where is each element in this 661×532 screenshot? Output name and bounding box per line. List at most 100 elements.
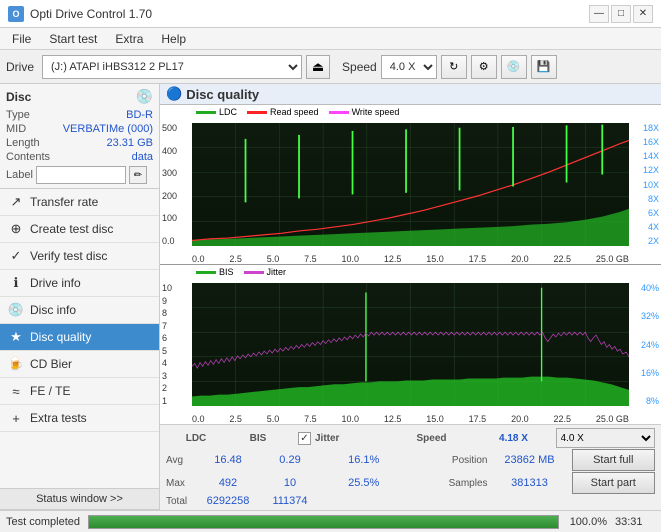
bis-color — [196, 271, 216, 274]
disc-quality-icon: ★ — [8, 329, 24, 345]
chart-title: Disc quality — [186, 87, 259, 102]
lower-chart: BIS Jitter 10 9 8 7 6 5 4 — [160, 265, 661, 424]
menu-extra[interactable]: Extra — [107, 30, 151, 48]
progress-percent: 100.0% — [567, 516, 607, 528]
legend-jitter: Jitter — [244, 267, 287, 277]
disc-mid-row: MID VERBATIMe (000) — [6, 123, 153, 135]
sidebar-item-verify-test-disc[interactable]: ✓ Verify test disc — [0, 243, 159, 270]
disc-label-label: Label — [6, 169, 33, 181]
total-row: Total 6292258 111374 — [166, 495, 655, 507]
jitter-color — [244, 271, 264, 274]
upper-y-axis-right: 18X 16X 14X 12X 10X 8X 6X 4X 2X — [629, 123, 661, 246]
legend-bis: BIS — [196, 267, 234, 277]
sidebar-item-fe-te[interactable]: ≈ FE / TE — [0, 378, 159, 405]
lower-x-axis: 0.0 2.5 5.0 7.5 10.0 12.5 15.0 17.5 20.0… — [192, 414, 629, 424]
ldc-color — [196, 111, 216, 114]
minimize-button[interactable]: — — [589, 5, 609, 23]
disc-button[interactable]: 💿 — [501, 55, 527, 79]
sidebar-item-disc-quality[interactable]: ★ Disc quality — [0, 324, 159, 351]
disc-info-icon: 💿 — [8, 302, 24, 318]
jitter-label: Jitter — [315, 433, 339, 444]
position-label: Position — [408, 455, 488, 466]
menu-bar: File Start test Extra Help — [0, 28, 661, 50]
sidebar-item-create-test-disc[interactable]: ⊕ Create test disc — [0, 216, 159, 243]
max-jitter: 25.5% — [322, 477, 406, 489]
create-test-disc-icon: ⊕ — [8, 221, 24, 237]
start-part-button[interactable]: Start part — [572, 472, 656, 494]
legend-write: Write speed — [329, 107, 400, 117]
avg-bis: 0.29 — [260, 454, 320, 466]
disc-contents-row: Contents data — [6, 151, 153, 163]
disc-length-row: Length 23.31 GB — [6, 137, 153, 149]
avg-row: Avg 16.48 0.29 16.1% Position 23862 MB S… — [166, 449, 655, 471]
sidebar-item-drive-info[interactable]: ℹ Drive info — [0, 270, 159, 297]
settings-button[interactable]: ⚙ — [471, 55, 497, 79]
progress-bar-container — [88, 515, 559, 529]
lower-y-axis-right: 40% 32% 24% 16% 8% — [629, 283, 661, 406]
label-edit-button[interactable]: ✏ — [129, 166, 147, 184]
progress-time: 33:31 — [615, 516, 655, 528]
drive-label: Drive — [6, 60, 34, 74]
menu-help[interactable]: Help — [153, 30, 194, 48]
disc-label-row: Label ✏ — [6, 166, 153, 184]
total-label: Total — [166, 496, 196, 507]
disc-length-value: 23.31 GB — [107, 137, 153, 149]
charts-container: LDC Read speed Write speed 500 400 — [160, 105, 661, 424]
samples-value: 381313 — [490, 477, 570, 489]
disc-length-label: Length — [6, 137, 40, 149]
max-row: Max 492 10 25.5% Samples 381313 Start pa… — [166, 472, 655, 494]
upper-y-axis-left: 500 400 300 200 100 0.0 — [160, 123, 192, 246]
menu-start-test[interactable]: Start test — [41, 30, 105, 48]
sidebar: Disc 💿 Type BD-R MID VERBATIMe (000) Len… — [0, 84, 160, 510]
chart-header: 🔵 Disc quality — [160, 84, 661, 105]
menu-file[interactable]: File — [4, 30, 39, 48]
sidebar-item-extra-tests[interactable]: + Extra tests — [0, 405, 159, 432]
col-bis-header: BIS — [228, 433, 288, 444]
fe-te-icon: ≈ — [8, 383, 24, 399]
refresh-button[interactable]: ↻ — [441, 55, 467, 79]
total-bis: 111374 — [260, 495, 320, 507]
speed-label: Speed — [342, 60, 377, 74]
status-window-button[interactable]: Status window >> — [0, 488, 159, 510]
disc-label-input[interactable] — [36, 166, 126, 184]
sidebar-item-transfer-rate[interactable]: ↗ Transfer rate — [0, 189, 159, 216]
disc-header: Disc 💿 — [6, 88, 153, 105]
disc-type-row: Type BD-R — [6, 109, 153, 121]
disc-mid-value: VERBATIMe (000) — [63, 123, 153, 135]
speed-select[interactable]: 4.0 X — [381, 55, 437, 79]
start-full-button[interactable]: Start full — [572, 449, 656, 471]
title-bar-left: O Opti Drive Control 1.70 — [8, 6, 152, 22]
upper-chart-legend: LDC Read speed Write speed — [196, 107, 399, 117]
avg-label: Avg — [166, 455, 196, 466]
sidebar-item-cd-bier[interactable]: 🍺 CD Bier — [0, 351, 159, 378]
disc-contents-value: data — [132, 151, 153, 163]
drive-select[interactable]: (J:) ATAPI iHBS312 2 PL17 — [42, 55, 302, 79]
save-button[interactable]: 💾 — [531, 55, 557, 79]
drive-info-icon: ℹ — [8, 275, 24, 291]
max-label: Max — [166, 478, 196, 489]
sidebar-item-disc-info[interactable]: 💿 Disc info — [0, 297, 159, 324]
disc-contents-label: Contents — [6, 151, 50, 163]
chart-title-icon: 🔵 — [166, 86, 182, 102]
window-controls: — □ ✕ — [589, 5, 653, 23]
main-area: Disc 💿 Type BD-R MID VERBATIMe (000) Len… — [0, 84, 661, 510]
col-ldc-header: LDC — [166, 433, 226, 444]
lower-chart-legend: BIS Jitter — [196, 267, 286, 277]
upper-chart: LDC Read speed Write speed 500 400 — [160, 105, 661, 265]
extra-tests-icon: + — [8, 410, 24, 426]
lower-y-axis-left: 10 9 8 7 6 5 4 3 2 1 — [160, 283, 192, 406]
total-ldc: 6292258 — [198, 495, 258, 507]
read-color — [247, 111, 267, 114]
eject-button[interactable]: ⏏ — [306, 55, 330, 79]
jitter-checkbox-area: ✓ Jitter — [290, 432, 390, 445]
disc-type-label: Type — [6, 109, 30, 121]
disc-title: Disc — [6, 90, 31, 104]
max-ldc: 492 — [198, 477, 258, 489]
speed-select-stats[interactable]: 4.0 X — [556, 428, 656, 448]
upper-x-axis: 0.0 2.5 5.0 7.5 10.0 12.5 15.0 17.5 20.0… — [192, 254, 629, 264]
disc-type-value: BD-R — [126, 109, 153, 121]
jitter-checkbox[interactable]: ✓ — [298, 432, 311, 445]
close-button[interactable]: ✕ — [633, 5, 653, 23]
status-label: Test completed — [6, 516, 80, 528]
maximize-button[interactable]: □ — [611, 5, 631, 23]
